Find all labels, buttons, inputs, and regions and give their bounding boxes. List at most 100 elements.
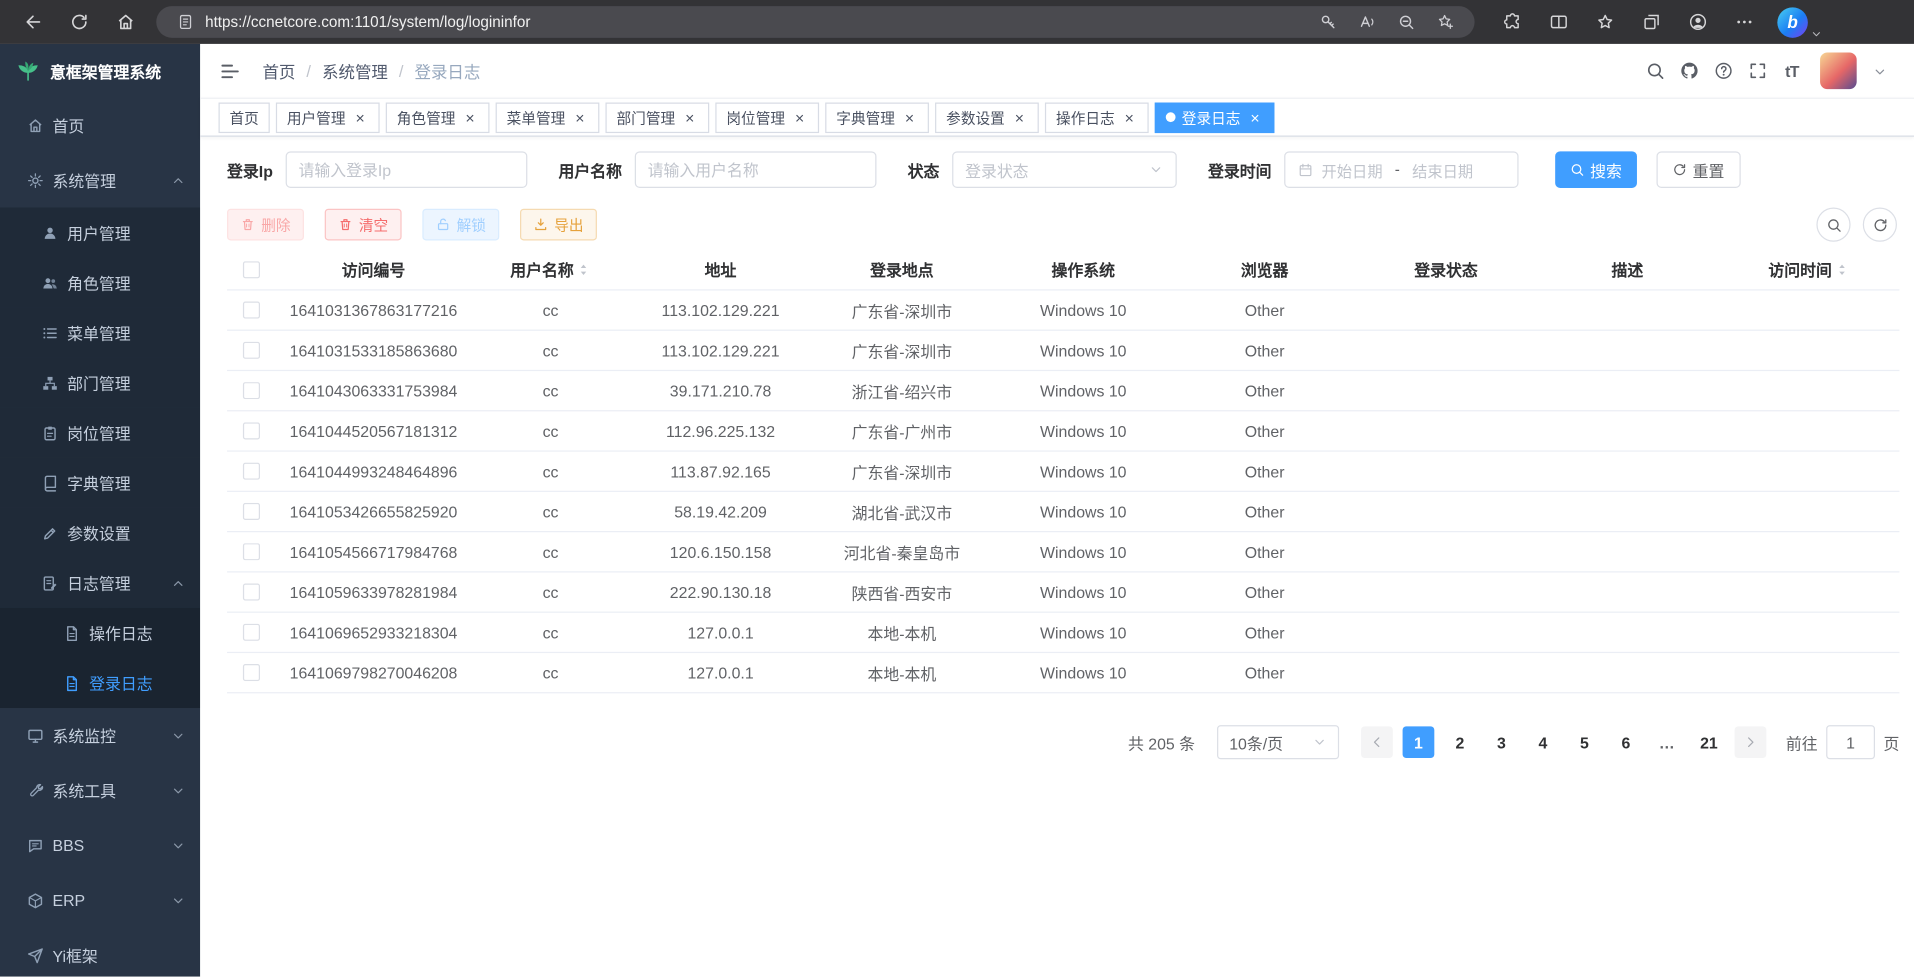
sidebar-item-bbs[interactable]: BBS <box>0 818 200 873</box>
back-icon[interactable] <box>15 5 52 39</box>
row-checkbox[interactable] <box>243 382 260 399</box>
row-checkbox[interactable] <box>243 463 260 480</box>
close-icon[interactable]: × <box>791 109 808 126</box>
tab-字典管理[interactable]: 字典管理× <box>825 102 929 133</box>
prev-page-button[interactable] <box>1361 726 1393 758</box>
row-checkbox[interactable] <box>243 422 260 439</box>
row-checkbox[interactable] <box>243 342 260 359</box>
refresh-icon[interactable] <box>1863 208 1897 242</box>
profile-icon[interactable] <box>1680 5 1717 39</box>
close-icon[interactable]: × <box>461 109 478 126</box>
sidebar-item-system[interactable]: 系统管理 <box>0 153 200 208</box>
row-checkbox[interactable] <box>243 624 260 641</box>
tab-菜单管理[interactable]: 菜单管理× <box>496 102 600 133</box>
font-size-icon[interactable]: tT <box>1780 59 1804 83</box>
breadcrumb-home[interactable]: 首页 <box>262 59 295 83</box>
sidebar-item-yi[interactable]: Yi框架 <box>0 928 200 977</box>
app-logo[interactable]: 意框架管理系统 <box>0 44 200 98</box>
sidebar-item-monitor[interactable]: 系统监控 <box>0 708 200 763</box>
table-row[interactable]: 1641031367863177216cc113.102.129.221广东省-… <box>227 291 1899 331</box>
user-name-input-field[interactable] <box>648 161 863 179</box>
table-row[interactable]: 1641043063331753984cc39.171.210.78浙江省-绍兴… <box>227 371 1899 411</box>
column-header-user[interactable]: 用户名称 <box>471 258 630 281</box>
row-checkbox[interactable] <box>243 302 260 319</box>
delete-button[interactable]: 删除 <box>227 209 304 241</box>
more-pages-button[interactable]: … <box>1652 726 1684 758</box>
close-icon[interactable]: × <box>1247 109 1264 126</box>
user-name-input[interactable] <box>634 151 876 188</box>
chevron-down-icon[interactable] <box>1873 63 1888 78</box>
home-icon[interactable] <box>107 5 144 39</box>
table-row[interactable]: 1641044520567181312cc112.96.225.132广东省-广… <box>227 411 1899 451</box>
collections-icon[interactable] <box>1633 5 1670 39</box>
table-row[interactable]: 1641053426655825920cc58.19.42.209湖北省-武汉市… <box>227 492 1899 532</box>
read-aloud-icon[interactable] <box>1353 9 1382 36</box>
clear-button[interactable]: 清空 <box>325 209 402 241</box>
row-checkbox[interactable] <box>243 583 260 600</box>
sidebar-item-operlog[interactable]: 操作日志 <box>0 608 200 658</box>
select-all-checkbox[interactable] <box>243 261 260 278</box>
sidebar-toggle-icon[interactable] <box>219 57 246 84</box>
favorites-bar-icon[interactable] <box>1587 5 1624 39</box>
tab-操作日志[interactable]: 操作日志× <box>1045 102 1149 133</box>
page-button-3[interactable]: 3 <box>1486 726 1518 758</box>
search-button[interactable]: 搜索 <box>1555 151 1637 188</box>
table-row[interactable]: 1641054566717984768cc120.6.150.158河北省-秦皇… <box>227 532 1899 572</box>
fullscreen-icon[interactable] <box>1746 59 1770 83</box>
close-icon[interactable]: × <box>1121 109 1138 126</box>
close-icon[interactable]: × <box>1011 109 1028 126</box>
more-icon[interactable] <box>1726 5 1763 39</box>
tab-登录日志[interactable]: 登录日志× <box>1155 102 1275 133</box>
avatar[interactable] <box>1820 52 1857 89</box>
help-icon[interactable] <box>1711 59 1735 83</box>
next-page-button[interactable] <box>1735 726 1767 758</box>
table-row[interactable]: 1641059633978281984cc222.90.130.18陕西省-西安… <box>227 573 1899 613</box>
zoom-out-icon[interactable] <box>1392 9 1421 36</box>
unlock-button[interactable]: 解锁 <box>422 209 499 241</box>
table-row[interactable]: 1641069652933218304cc127.0.0.1本地-本机Windo… <box>227 613 1899 653</box>
tab-参数设置[interactable]: 参数设置× <box>935 102 1039 133</box>
page-button-6[interactable]: 6 <box>1610 726 1642 758</box>
page-button-2[interactable]: 2 <box>1444 726 1476 758</box>
page-button-21[interactable]: 21 <box>1693 726 1725 758</box>
sidebar-item-tool[interactable]: 系统工具 <box>0 763 200 818</box>
search-icon[interactable] <box>1816 208 1850 242</box>
login-ip-input[interactable] <box>285 151 527 188</box>
reset-button[interactable]: 重置 <box>1656 151 1740 188</box>
url-text[interactable]: https://ccnetcore.com:1101/system/log/lo… <box>205 13 1313 30</box>
tab-用户管理[interactable]: 用户管理× <box>276 102 380 133</box>
search-icon[interactable] <box>1643 59 1667 83</box>
sort-caret-icon[interactable] <box>576 259 591 279</box>
page-button-5[interactable]: 5 <box>1569 726 1601 758</box>
github-icon[interactable] <box>1677 59 1701 83</box>
sidebar-item-log[interactable]: 日志管理 <box>0 558 200 608</box>
split-screen-icon[interactable] <box>1541 5 1578 39</box>
page-size-select[interactable]: 10条/页 <box>1217 725 1339 759</box>
sidebar-item-dept[interactable]: 部门管理 <box>0 358 200 408</box>
date-range-picker[interactable]: 开始日期 - 结束日期 <box>1284 151 1518 188</box>
sidebar-item-user[interactable]: 用户管理 <box>0 208 200 258</box>
start-date-placeholder[interactable]: 开始日期 <box>1322 158 1383 181</box>
close-icon[interactable]: × <box>901 109 918 126</box>
end-date-placeholder[interactable]: 结束日期 <box>1412 158 1473 181</box>
page-button-4[interactable]: 4 <box>1527 726 1559 758</box>
row-checkbox[interactable] <box>243 543 260 560</box>
sidebar-item-post[interactable]: 岗位管理 <box>0 408 200 458</box>
table-row[interactable]: 1641069798270046208cc127.0.0.1本地-本机Windo… <box>227 653 1899 693</box>
column-header-time[interactable]: 访问时间 <box>1718 258 1899 281</box>
goto-page-input[interactable] <box>1826 725 1875 759</box>
tab-首页[interactable]: 首页 <box>219 102 270 133</box>
login-ip-input-field[interactable] <box>299 161 514 179</box>
page-button-1[interactable]: 1 <box>1403 726 1435 758</box>
star-plus-icon[interactable] <box>1431 9 1460 36</box>
row-checkbox[interactable] <box>243 503 260 520</box>
sidebar-item-dict[interactable]: 字典管理 <box>0 458 200 508</box>
breadcrumb-system[interactable]: 系统管理 <box>322 59 388 83</box>
refresh-icon[interactable] <box>61 5 98 39</box>
bing-button[interactable]: b <box>1777 7 1822 38</box>
sidebar-item-param[interactable]: 参数设置 <box>0 508 200 558</box>
tab-角色管理[interactable]: 角色管理× <box>386 102 490 133</box>
key-icon[interactable] <box>1313 9 1342 36</box>
close-icon[interactable]: × <box>352 109 369 126</box>
sidebar-item-role[interactable]: 角色管理 <box>0 258 200 308</box>
